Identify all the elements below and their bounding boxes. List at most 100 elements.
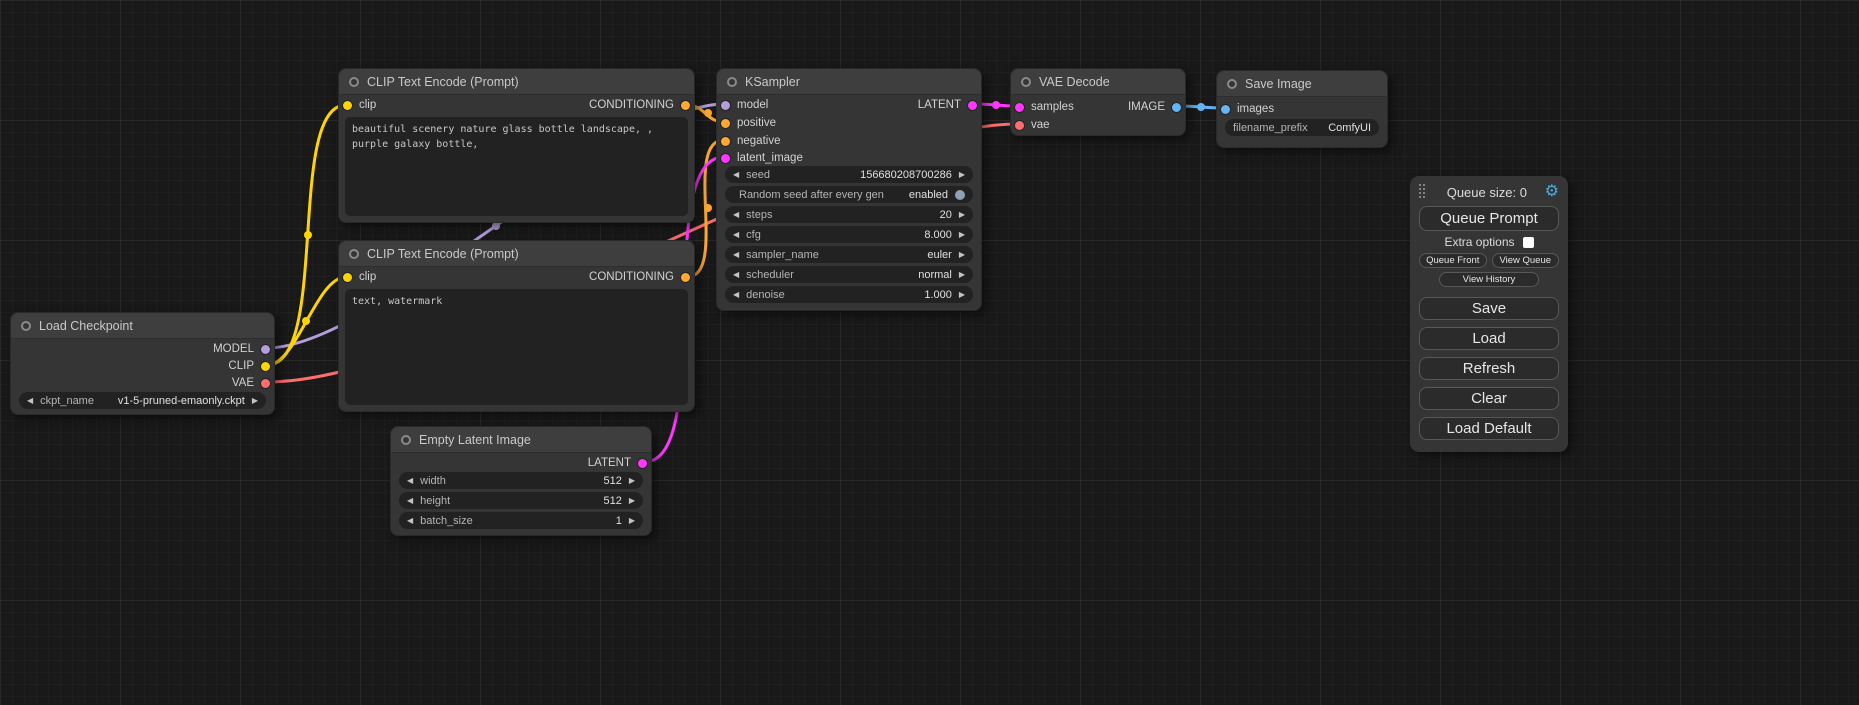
node-header[interactable]: Empty Latent Image — [391, 427, 651, 453]
slot-label: clip — [359, 271, 376, 283]
clip-output-dot[interactable] — [261, 362, 270, 371]
negative-prompt-textarea[interactable]: text, watermark — [345, 289, 688, 405]
decrement-arrow-icon[interactable]: ◀ — [733, 171, 739, 179]
widget-label: Random seed after every gen — [739, 189, 884, 201]
view-history-button[interactable]: View History — [1439, 272, 1540, 287]
collapse-dot[interactable] — [21, 321, 31, 331]
model-output-dot[interactable] — [261, 345, 270, 354]
latent-output-dot[interactable] — [968, 101, 977, 110]
denoise-widget[interactable]: ◀ denoise 1.000 ▶ — [725, 286, 973, 303]
decrement-arrow-icon[interactable]: ◀ — [407, 477, 413, 485]
filename-prefix-widget[interactable]: filename_prefix ComfyUI — [1225, 119, 1379, 136]
collapse-dot[interactable] — [349, 77, 359, 87]
extra-options-checkbox[interactable] — [1523, 237, 1534, 248]
samples-input-dot[interactable] — [1015, 103, 1024, 112]
drag-handle-icon[interactable] — [1419, 184, 1427, 200]
random-seed-toggle-widget[interactable]: Random seed after every gen enabled — [725, 186, 973, 203]
conditioning-output-dot[interactable] — [681, 101, 690, 110]
positive-input-dot[interactable] — [721, 119, 730, 128]
clip-input-dot[interactable] — [343, 273, 352, 282]
output-slot-image: IMAGE — [1128, 99, 1181, 115]
node-header[interactable]: VAE Decode — [1011, 69, 1185, 95]
increment-arrow-icon[interactable]: ▶ — [252, 397, 258, 405]
collapse-dot[interactable] — [1227, 79, 1237, 89]
node-clip-text-encode-negative[interactable]: CLIP Text Encode (Prompt) clip CONDITION… — [338, 240, 695, 412]
latent-output-dot[interactable] — [638, 459, 647, 468]
increment-arrow-icon[interactable]: ▶ — [629, 517, 635, 525]
decrement-arrow-icon[interactable]: ◀ — [407, 517, 413, 525]
widget-value: normal — [918, 269, 952, 281]
batch-size-widget[interactable]: ◀ batch_size 1 ▶ — [399, 512, 643, 529]
increment-arrow-icon[interactable]: ▶ — [959, 231, 965, 239]
node-clip-text-encode-positive[interactable]: CLIP Text Encode (Prompt) clip CONDITION… — [338, 68, 695, 223]
decrement-arrow-icon[interactable]: ◀ — [733, 251, 739, 259]
clear-button[interactable]: Clear — [1419, 387, 1559, 410]
widget-value: enabled — [909, 189, 948, 201]
increment-arrow-icon[interactable]: ▶ — [959, 251, 965, 259]
node-load-checkpoint[interactable]: Load Checkpoint MODEL CLIP VAE ◀ ckpt_na… — [10, 312, 275, 415]
slot-label: positive — [737, 117, 776, 129]
decrement-arrow-icon[interactable]: ◀ — [733, 231, 739, 239]
decrement-arrow-icon[interactable]: ◀ — [733, 271, 739, 279]
increment-arrow-icon[interactable]: ▶ — [959, 271, 965, 279]
widget-value: 8.000 — [924, 229, 952, 241]
slot-label: negative — [737, 135, 780, 147]
collapse-dot[interactable] — [727, 77, 737, 87]
vae-output-dot[interactable] — [261, 379, 270, 388]
decrement-arrow-icon[interactable]: ◀ — [407, 497, 413, 505]
node-header[interactable]: CLIP Text Encode (Prompt) — [339, 69, 694, 95]
toggle-knob-icon[interactable] — [955, 190, 965, 200]
node-ksampler[interactable]: KSampler model positive negative latent_… — [716, 68, 982, 311]
collapse-dot[interactable] — [1021, 77, 1031, 87]
link-midpoint-dot — [992, 101, 1000, 109]
refresh-button[interactable]: Refresh — [1419, 357, 1559, 380]
latent-image-input-dot[interactable] — [721, 154, 730, 163]
collapse-dot[interactable] — [401, 435, 411, 445]
vae-input-dot[interactable] — [1015, 121, 1024, 130]
ckpt-name-widget[interactable]: ◀ ckpt_name v1-5-pruned-emaonly.ckpt ▶ — [19, 392, 266, 409]
increment-arrow-icon[interactable]: ▶ — [959, 291, 965, 299]
view-queue-button[interactable]: View Queue — [1492, 253, 1560, 268]
increment-arrow-icon[interactable]: ▶ — [629, 497, 635, 505]
queue-prompt-button[interactable]: Queue Prompt — [1419, 206, 1559, 231]
load-default-button[interactable]: Load Default — [1419, 417, 1559, 440]
images-input-dot[interactable] — [1221, 105, 1230, 114]
increment-arrow-icon[interactable]: ▶ — [959, 171, 965, 179]
conditioning-output-dot[interactable] — [681, 273, 690, 282]
collapse-dot[interactable] — [349, 249, 359, 259]
queue-front-button[interactable]: Queue Front — [1419, 253, 1487, 268]
node-header[interactable]: Save Image — [1217, 71, 1387, 97]
sampler-name-widget[interactable]: ◀ sampler_name euler ▶ — [725, 246, 973, 263]
cfg-widget[interactable]: ◀ cfg 8.000 ▶ — [725, 226, 973, 243]
node-header[interactable]: CLIP Text Encode (Prompt) — [339, 241, 694, 267]
slot-label: clip — [359, 99, 376, 111]
node-vae-decode[interactable]: VAE Decode samples vae IMAGE — [1010, 68, 1186, 136]
load-button[interactable]: Load — [1419, 327, 1559, 350]
node-save-image[interactable]: Save Image images filename_prefix ComfyU… — [1216, 70, 1388, 148]
queue-menu-header: Queue size: 0 ⚙ — [1419, 182, 1559, 202]
positive-prompt-textarea[interactable]: beautiful scenery nature glass bottle la… — [345, 117, 688, 216]
node-header[interactable]: KSampler — [717, 69, 981, 95]
settings-gear-icon[interactable]: ⚙ — [1545, 184, 1559, 200]
decrement-arrow-icon[interactable]: ◀ — [27, 397, 33, 405]
input-slot-vae: vae — [1015, 117, 1050, 133]
decrement-arrow-icon[interactable]: ◀ — [733, 211, 739, 219]
scheduler-widget[interactable]: ◀ scheduler normal ▶ — [725, 266, 973, 283]
seed-widget[interactable]: ◀ seed 156680208700286 ▶ — [725, 166, 973, 183]
negative-input-dot[interactable] — [721, 137, 730, 146]
save-button[interactable]: Save — [1419, 297, 1559, 320]
widget-value: 156680208700286 — [860, 169, 952, 181]
clip-input-dot[interactable] — [343, 101, 352, 110]
increment-arrow-icon[interactable]: ▶ — [959, 211, 965, 219]
image-output-dot[interactable] — [1172, 103, 1181, 112]
increment-arrow-icon[interactable]: ▶ — [629, 477, 635, 485]
model-input-dot[interactable] — [721, 101, 730, 110]
height-widget[interactable]: ◀ height 512 ▶ — [399, 492, 643, 509]
width-widget[interactable]: ◀ width 512 ▶ — [399, 472, 643, 489]
node-graph-canvas[interactable]: Load Checkpoint MODEL CLIP VAE ◀ ckpt_na… — [0, 0, 1859, 705]
node-empty-latent-image[interactable]: Empty Latent Image LATENT ◀ width 512 ▶ … — [390, 426, 652, 536]
widget-label: ckpt_name — [40, 395, 94, 407]
steps-widget[interactable]: ◀ steps 20 ▶ — [725, 206, 973, 223]
decrement-arrow-icon[interactable]: ◀ — [733, 291, 739, 299]
node-header[interactable]: Load Checkpoint — [11, 313, 274, 339]
